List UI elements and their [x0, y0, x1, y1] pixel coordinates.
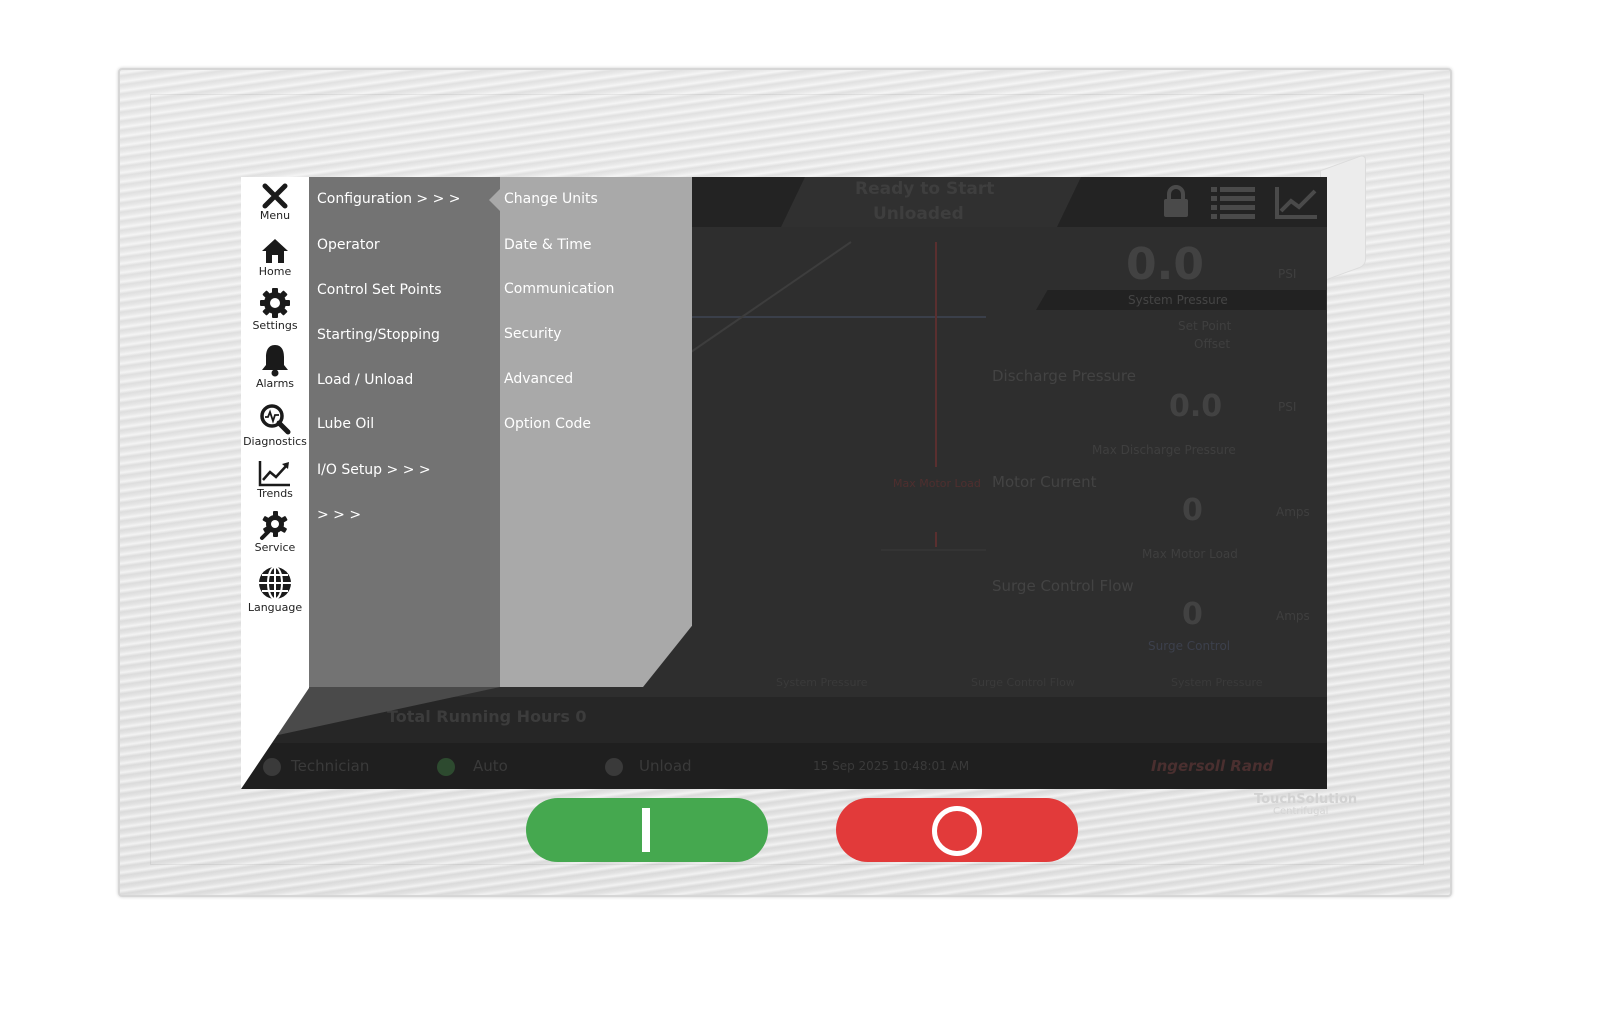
menu-item-load-unload[interactable]: Load / Unload: [317, 372, 413, 388]
settings-menu-panel: [309, 177, 500, 687]
sidebar-label-home: Home: [258, 265, 292, 278]
sidebar-label-language: Language: [247, 601, 303, 614]
sidebar-label-diagnostics: Diagnostics: [243, 435, 307, 448]
submenu-item-option-code[interactable]: Option Code: [504, 416, 591, 432]
stop-button[interactable]: [836, 798, 1078, 862]
max-motor-load-label: Max Motor Load: [1142, 547, 1238, 561]
surge-control-flow-unit: Amps: [1276, 609, 1310, 623]
set-point-label: Set Point: [1178, 319, 1232, 333]
surge-control-flow-value: 0: [1182, 597, 1203, 632]
globe-icon: [259, 566, 291, 600]
chart-legend: System Pressure Surge Control Flow Syste…: [681, 672, 1327, 692]
status-ready: Ready to Start: [855, 179, 995, 199]
sidebar-item-settings[interactable]: Settings: [241, 287, 309, 332]
trend-icon[interactable]: [1275, 185, 1319, 219]
trend-chart-icon: [258, 461, 290, 487]
submenu-item-advanced[interactable]: Advanced: [504, 371, 573, 387]
menu-item-operator[interactable]: Operator: [317, 237, 380, 253]
footer-datetime: 15 Sep 2025 10:48:01 AM: [813, 759, 970, 773]
magnifier-icon: [260, 404, 291, 435]
menu-item-more[interactable]: > > >: [317, 507, 361, 523]
sidebar-item-language[interactable]: Language: [241, 565, 309, 614]
footer-mode: Auto: [473, 757, 508, 775]
list-icon[interactable]: [1211, 185, 1255, 219]
surge-control-flow-label: Surge Control Flow: [992, 577, 1134, 595]
system-pressure-unit: PSI: [1278, 267, 1297, 281]
submenu-item-security[interactable]: Security: [504, 326, 562, 342]
sidebar-item-alarms[interactable]: Alarms: [241, 343, 309, 390]
sidebar-item-diagnostics[interactable]: Diagnostics: [241, 403, 309, 448]
menu-item-configuration[interactable]: Configuration > > >: [317, 191, 461, 207]
readings-panel: 0.0 PSI System Pressure Set Point Offset…: [986, 227, 1327, 697]
motor-current-unit: Amps: [1276, 505, 1310, 519]
configuration-submenu-panel: [500, 177, 692, 687]
menu-item-io-setup[interactable]: I/O Setup > > >: [317, 462, 431, 478]
max-motor-chart-label: Max Motor Load: [893, 477, 981, 490]
home-icon: [262, 239, 288, 263]
bell-icon: [262, 345, 288, 377]
sidebar-item-service[interactable]: Service: [241, 509, 309, 554]
sidebar-item-home[interactable]: Home: [241, 237, 309, 278]
auto-indicator: [437, 758, 455, 776]
surge-control-label: Surge Control: [1148, 639, 1231, 653]
system-pressure-label: System Pressure: [1128, 293, 1228, 307]
start-button[interactable]: [526, 798, 768, 862]
sidebar-label-service: Service: [254, 541, 296, 554]
configuration-pointer: [489, 189, 500, 211]
submenu-item-communication[interactable]: Communication: [504, 281, 614, 297]
sidebar-label-menu: Menu: [259, 209, 291, 222]
sidebar-label-trends: Trends: [257, 487, 293, 500]
start-symbol-icon: [642, 808, 650, 852]
service-wrench-icon: [260, 511, 288, 540]
bezel-brand: TouchSolution: [1254, 792, 1358, 807]
discharge-pressure-label: Discharge Pressure: [992, 367, 1136, 385]
total-running-hours: Total Running Hours 0: [387, 707, 587, 726]
system-pressure-value: 0.0: [1126, 239, 1204, 290]
sidebar-label-settings: Settings: [252, 319, 298, 332]
submenu-item-date-time[interactable]: Date & Time: [504, 237, 592, 253]
menu-item-lube-oil[interactable]: Lube Oil: [317, 416, 374, 432]
offset-label: Offset: [1194, 337, 1231, 351]
discharge-pressure-value: 0.0: [1169, 389, 1223, 424]
close-icon: [262, 183, 288, 209]
legend-entry-3: System Pressure: [1171, 676, 1263, 689]
menu-item-starting-stopping[interactable]: Starting/Stopping: [317, 327, 440, 343]
motor-current-label: Motor Current: [992, 473, 1097, 491]
stop-symbol-icon: [932, 806, 982, 856]
sidebar-item-menu[interactable]: Menu: [241, 183, 309, 222]
sidebar: Menu Home Settings Alarms Diagnostics Tr…: [241, 177, 309, 789]
max-discharge-label: Max Discharge Pressure: [1092, 443, 1236, 457]
submenu-item-change-units[interactable]: Change Units: [504, 191, 598, 207]
legend-entry-2: Surge Control Flow: [971, 676, 1075, 689]
bezel-brand-sub: Centrifugal: [1273, 806, 1329, 817]
status-unloaded: Unloaded: [873, 204, 964, 224]
gear-icon: [260, 288, 290, 318]
lock-icon[interactable]: [1163, 185, 1189, 217]
footer-user: Technician: [291, 757, 370, 775]
unload-indicator: [605, 758, 623, 776]
footer-load-state: Unload: [639, 757, 692, 775]
legend-entry-1: System Pressure: [776, 676, 868, 689]
menu-item-control-set-points[interactable]: Control Set Points: [317, 282, 442, 298]
brand-logo: Ingersoll Rand: [1151, 757, 1274, 775]
touch-screen: Ready to Start Unloaded 0.0 PSI System P…: [241, 177, 1327, 789]
sidebar-item-trends[interactable]: Trends: [241, 459, 309, 500]
user-icon: [263, 758, 281, 776]
chart-diagonal-line: [690, 241, 852, 353]
sidebar-label-alarms: Alarms: [255, 377, 295, 390]
motor-current-value: 0: [1182, 493, 1203, 528]
discharge-pressure-unit: PSI: [1278, 400, 1297, 414]
